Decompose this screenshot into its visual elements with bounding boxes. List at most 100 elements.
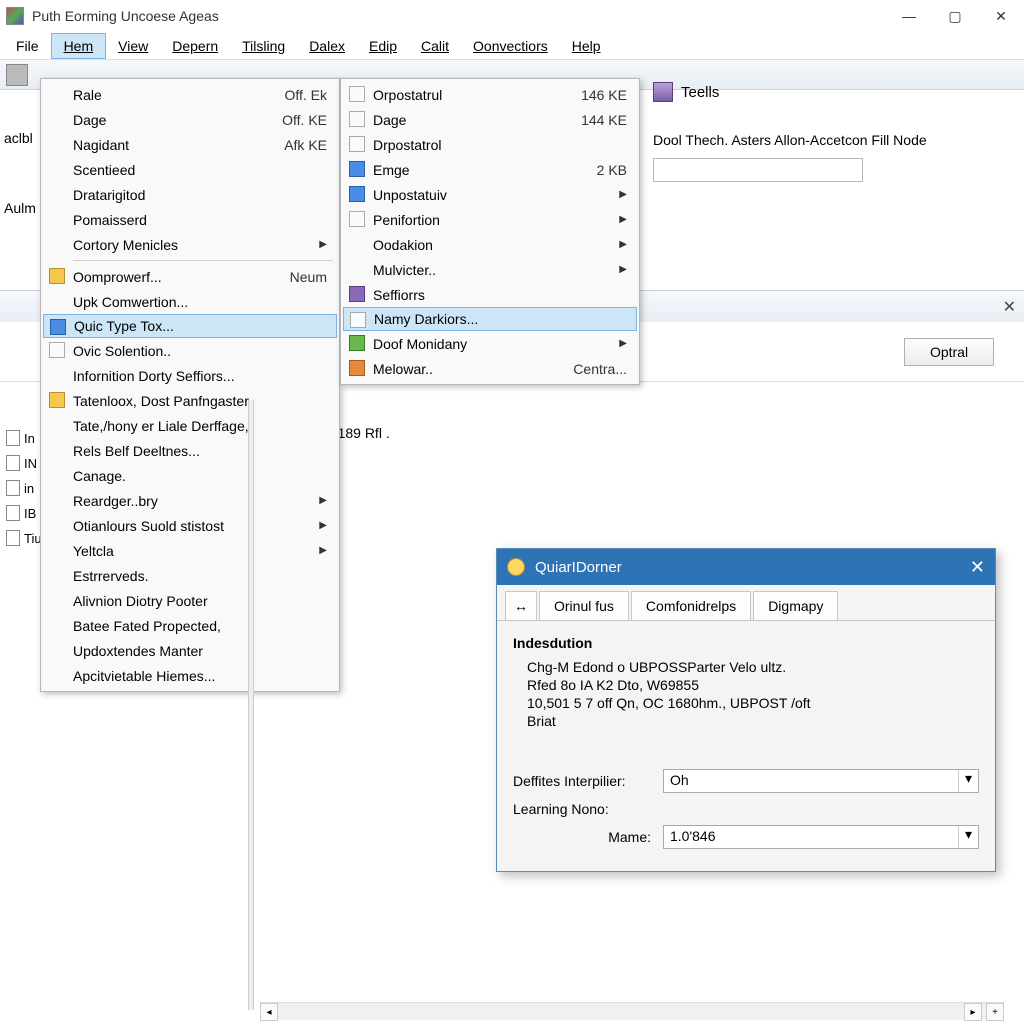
content-line: if it 150n PA 189 Rfl . (260, 425, 1004, 441)
submenu-arrow-icon: ▶ (319, 520, 327, 531)
menu-item[interactable]: Updoxtendes Manter (43, 638, 337, 663)
menu-item[interactable]: Pomaisserd (43, 207, 337, 232)
menu-item-label: Seffiorrs (373, 287, 627, 303)
panel-input[interactable] (653, 158, 863, 182)
menu-item[interactable]: Canage. (43, 463, 337, 488)
menu-item[interactable]: Penifortion▶ (343, 207, 637, 232)
menu-oonvectiors[interactable]: Oonvectiors (461, 34, 560, 58)
menu-item[interactable]: Unpostatuiv▶ (343, 182, 637, 207)
menu-item-icon (49, 342, 65, 358)
toolbar-icon[interactable] (6, 64, 28, 86)
menu-item[interactable]: Yeltcla▶ (43, 538, 337, 563)
dialog-tab-digmapy[interactable]: Digmapy (753, 591, 838, 620)
optral-button[interactable]: Optral (904, 338, 994, 366)
menu-item[interactable]: Orpostatrul146 KE (343, 82, 637, 107)
menu-depern[interactable]: Depern (160, 34, 230, 58)
menu-item[interactable]: Melowar..Centra... (343, 356, 637, 381)
menu-item[interactable]: Ovic Solention.. (43, 338, 337, 363)
dialog-tab-comfonidrelps[interactable]: Comfonidrelps (631, 591, 751, 620)
document-icon (6, 480, 20, 496)
window-title: Puth Eorming Uncoese Ageas (32, 8, 886, 24)
menu-item[interactable]: Scentieed (43, 157, 337, 182)
menu-item-label: Tate,/hony er Liale Derffage, (73, 418, 327, 434)
dialog-tab-orinul[interactable]: Orinul fus (539, 591, 629, 620)
menu-item-label: Updoxtendes Manter (73, 643, 327, 659)
menu-item-label: Yeltcla (73, 543, 299, 559)
menu-item[interactable]: Emge2 KB (343, 157, 637, 182)
menu-file[interactable]: File (4, 34, 51, 58)
document-icon (6, 455, 20, 471)
document-icon (6, 530, 20, 546)
menu-item-label: Quic Type Tox... (74, 318, 326, 334)
menu-item-label: Dage (373, 112, 561, 128)
menu-help[interactable]: Help (560, 34, 613, 58)
content-line: net - (260, 491, 1004, 507)
properties-dialog: QuiarIDorner ✕ ↔ Orinul fus Comfonidrelp… (496, 548, 996, 872)
list-item[interactable]: IB (6, 505, 36, 521)
menu-item[interactable]: Batee Fated Propected, (43, 613, 337, 638)
menu-item[interactable]: Namy Darkiors... (343, 307, 637, 331)
menu-item[interactable]: Otianlours Suold stistost▶ (43, 513, 337, 538)
menu-item[interactable]: Tate,/hony er Liale Derffage, (43, 413, 337, 438)
menu-item-label: Rels Belf Deeltnes... (73, 443, 327, 459)
chevron-down-icon[interactable]: ▾ (958, 770, 978, 792)
dialog-close-icon[interactable]: ✕ (970, 557, 985, 578)
menu-item[interactable]: Cortory Menicles▶ (43, 232, 337, 257)
horizontal-scrollbar[interactable]: ◂ ▸ + (260, 1002, 1004, 1020)
menu-item[interactable]: NagidantAfk KE (43, 132, 337, 157)
maximize-button[interactable]: ▢ (932, 0, 978, 32)
menu-item[interactable]: Doof Monidany▶ (343, 331, 637, 356)
dialog-title: QuiarIDorner (535, 559, 970, 576)
panel-close-icon[interactable]: ✕ (1003, 297, 1016, 317)
menu-item[interactable]: Dage144 KE (343, 107, 637, 132)
menu-item[interactable]: Dratarigitod (43, 182, 337, 207)
menu-item[interactable]: Oomprowerf...Neum (43, 264, 337, 289)
menu-item[interactable]: Rale Off. Ek (43, 82, 337, 107)
chevron-down-icon[interactable]: ▾ (958, 826, 978, 848)
scroll-left-icon[interactable]: ◂ (260, 1003, 278, 1021)
menu-item[interactable]: Seffiorrs (343, 282, 637, 307)
menu-item[interactable]: Alivnion Diotry Pooter (43, 588, 337, 613)
vertical-splitter[interactable] (248, 400, 254, 1010)
menu-item-label: Rale (73, 87, 264, 103)
menu-hem[interactable]: Hem (51, 33, 107, 59)
menu-item[interactable]: Upk Comwertion... (43, 289, 337, 314)
left-label-a: aclbl (4, 130, 33, 146)
scroll-right-icon[interactable]: ▸ (964, 1003, 982, 1021)
menu-item-label: Oomprowerf... (73, 269, 270, 285)
menu-item[interactable]: Rels Belf Deeltnes... (43, 438, 337, 463)
content-area: if it 150n PA 189 Rfl . net - oet - (260, 405, 1004, 535)
dialog-text: Chg-M Edond o UBPOSSParter Velo ultz. (527, 659, 979, 675)
menu-item[interactable]: Tatenloox, Dost Panfngaster, (43, 388, 337, 413)
mame-combo[interactable]: 1.0'846 ▾ (663, 825, 979, 849)
menu-edip[interactable]: Edip (357, 34, 409, 58)
list-item[interactable]: In (6, 430, 35, 446)
menu-item[interactable]: Reardger..bry▶ (43, 488, 337, 513)
menu-item-shortcut: Off. Ek (284, 87, 327, 103)
deffites-combo[interactable]: Oh ▾ (663, 769, 979, 793)
menu-view[interactable]: View (106, 34, 160, 58)
menu-item-label: Emge (373, 162, 577, 178)
close-button[interactable]: ✕ (978, 0, 1024, 32)
menu-item[interactable]: Quic Type Tox... (43, 314, 337, 338)
menu-item-shortcut: Off. KE (282, 112, 327, 128)
left-label-b: Aulm (4, 200, 36, 216)
minimize-button[interactable]: — (886, 0, 932, 32)
dialog-tab-arrows[interactable]: ↔ (505, 591, 537, 620)
menu-item[interactable]: Apcitvietable Hiemes... (43, 663, 337, 688)
list-item[interactable]: IN (6, 455, 37, 471)
menu-calit[interactable]: Calit (409, 34, 461, 58)
list-item[interactable]: in (6, 480, 34, 496)
menu-item[interactable]: Oodakion▶ (343, 232, 637, 257)
menu-item[interactable]: DageOff. KE (43, 107, 337, 132)
menu-item[interactable]: Mulvicter..▶ (343, 257, 637, 282)
dialog-section-title: Indesdution (513, 635, 979, 651)
submenu-arrow-icon: ▶ (619, 239, 627, 250)
menu-item[interactable]: Estrrerveds. (43, 563, 337, 588)
menu-item[interactable]: Drpostatrol (343, 132, 637, 157)
list-item[interactable]: Tiu (6, 530, 42, 546)
menu-item[interactable]: Infornition Dorty Seffiors... (43, 363, 337, 388)
scroll-plus-icon[interactable]: + (986, 1003, 1004, 1021)
menu-dalex[interactable]: Dalex (297, 34, 357, 58)
menu-tilsling[interactable]: Tilsling (230, 34, 297, 58)
